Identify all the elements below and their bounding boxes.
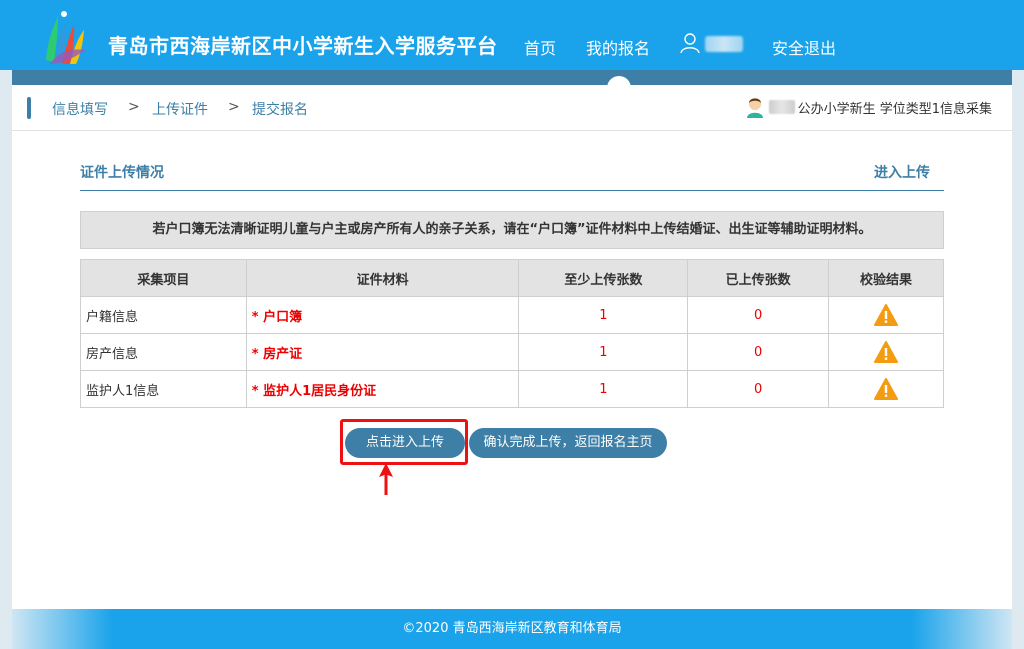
- student-name-redacted: [768, 100, 795, 114]
- section-header: 证件上传情况 进入上传: [80, 149, 944, 191]
- table-row: 户籍信息 * 户口簿 1 0: [80, 296, 944, 334]
- cell-item: 监护人1信息: [80, 370, 247, 408]
- breadcrumb-separator: >: [128, 99, 140, 115]
- enter-upload-link[interactable]: 进入上传: [874, 162, 930, 182]
- cell-min-count: 1: [518, 370, 689, 408]
- table-row: 监护人1信息 * 监护人1居民身份证 1 0: [80, 370, 944, 408]
- table-header-row: 采集项目 证件材料 至少上传张数 已上传张数 校验结果: [80, 259, 944, 297]
- cell-min-count: 1: [518, 333, 689, 371]
- document-table: 采集项目 证件材料 至少上传张数 已上传张数 校验结果 户籍信息 * 户口簿 1…: [80, 259, 944, 408]
- breadcrumb-marker: [27, 97, 31, 119]
- warning-icon: [874, 304, 899, 326]
- breadcrumb: 信息填写 > 上传证件 > 提交报名 公办小学新生 学位类型1信息采集: [12, 85, 1012, 131]
- cell-result: [828, 333, 944, 371]
- col-header-item: 采集项目: [80, 259, 247, 297]
- notice-banner: 若户口簿无法清晰证明儿童与户主或房产所有人的亲子关系，请在“户口簿”证件材料中上…: [80, 211, 944, 249]
- section-title: 证件上传情况: [80, 165, 164, 181]
- sub-bar: [12, 70, 1012, 85]
- click-to-upload-button[interactable]: 点击进入上传: [345, 428, 465, 458]
- breadcrumb-step-fill-info[interactable]: 信息填写: [52, 99, 108, 119]
- student-avatar-icon: [746, 98, 763, 118]
- warning-icon: [874, 378, 899, 400]
- user-icon[interactable]: [680, 33, 700, 53]
- warning-icon: [874, 341, 899, 363]
- arrow-up-icon: [379, 463, 393, 495]
- cell-item: 户籍信息: [80, 296, 247, 334]
- cell-uploaded-count: 0: [687, 296, 830, 334]
- main-panel: 信息填写 > 上传证件 > 提交报名 公办小学新生 学位类型1信息采集 证件上传…: [12, 85, 1012, 609]
- nav-my-registration[interactable]: 我的报名: [586, 35, 650, 59]
- cell-result: [828, 370, 944, 408]
- cell-result: [828, 296, 944, 334]
- footer: ©2020 青岛西海岸新区教育和体育局: [12, 609, 1012, 649]
- username-redacted: [705, 36, 743, 52]
- col-header-uploaded-count: 已上传张数: [687, 259, 830, 297]
- col-header-min-count: 至少上传张数: [518, 259, 689, 297]
- nav-active-indicator: [607, 76, 631, 100]
- cell-material: * 户口簿: [245, 296, 520, 334]
- cell-material: * 监护人1居民身份证: [245, 370, 520, 408]
- confirm-upload-button[interactable]: 确认完成上传，返回报名主页: [469, 428, 667, 458]
- nav-home[interactable]: 首页: [524, 35, 556, 59]
- cell-min-count: 1: [518, 296, 689, 334]
- col-header-material: 证件材料: [245, 259, 520, 297]
- cell-material: * 房产证: [245, 333, 520, 371]
- col-header-result: 校验结果: [828, 259, 944, 297]
- student-info-text: 公办小学新生 学位类型1信息采集: [797, 101, 992, 117]
- breadcrumb-step-submit[interactable]: 提交报名: [252, 99, 308, 119]
- table-row: 房产信息 * 房产证 1 0: [80, 333, 944, 371]
- student-info: 公办小学新生 学位类型1信息采集: [745, 95, 992, 119]
- cell-item: 房产信息: [80, 333, 247, 371]
- breadcrumb-step-upload[interactable]: 上传证件: [152, 99, 208, 119]
- cell-uploaded-count: 0: [687, 333, 830, 371]
- site-title: 青岛市西海岸新区中小学新生入学服务平台: [108, 34, 498, 58]
- nav-logout[interactable]: 安全退出: [772, 35, 836, 59]
- top-header: 青岛市西海岸新区中小学新生入学服务平台 首页 我的报名 安全退出: [0, 0, 1024, 70]
- platform-logo-icon: [46, 11, 86, 64]
- breadcrumb-separator: >: [228, 99, 240, 115]
- cell-uploaded-count: 0: [687, 370, 830, 408]
